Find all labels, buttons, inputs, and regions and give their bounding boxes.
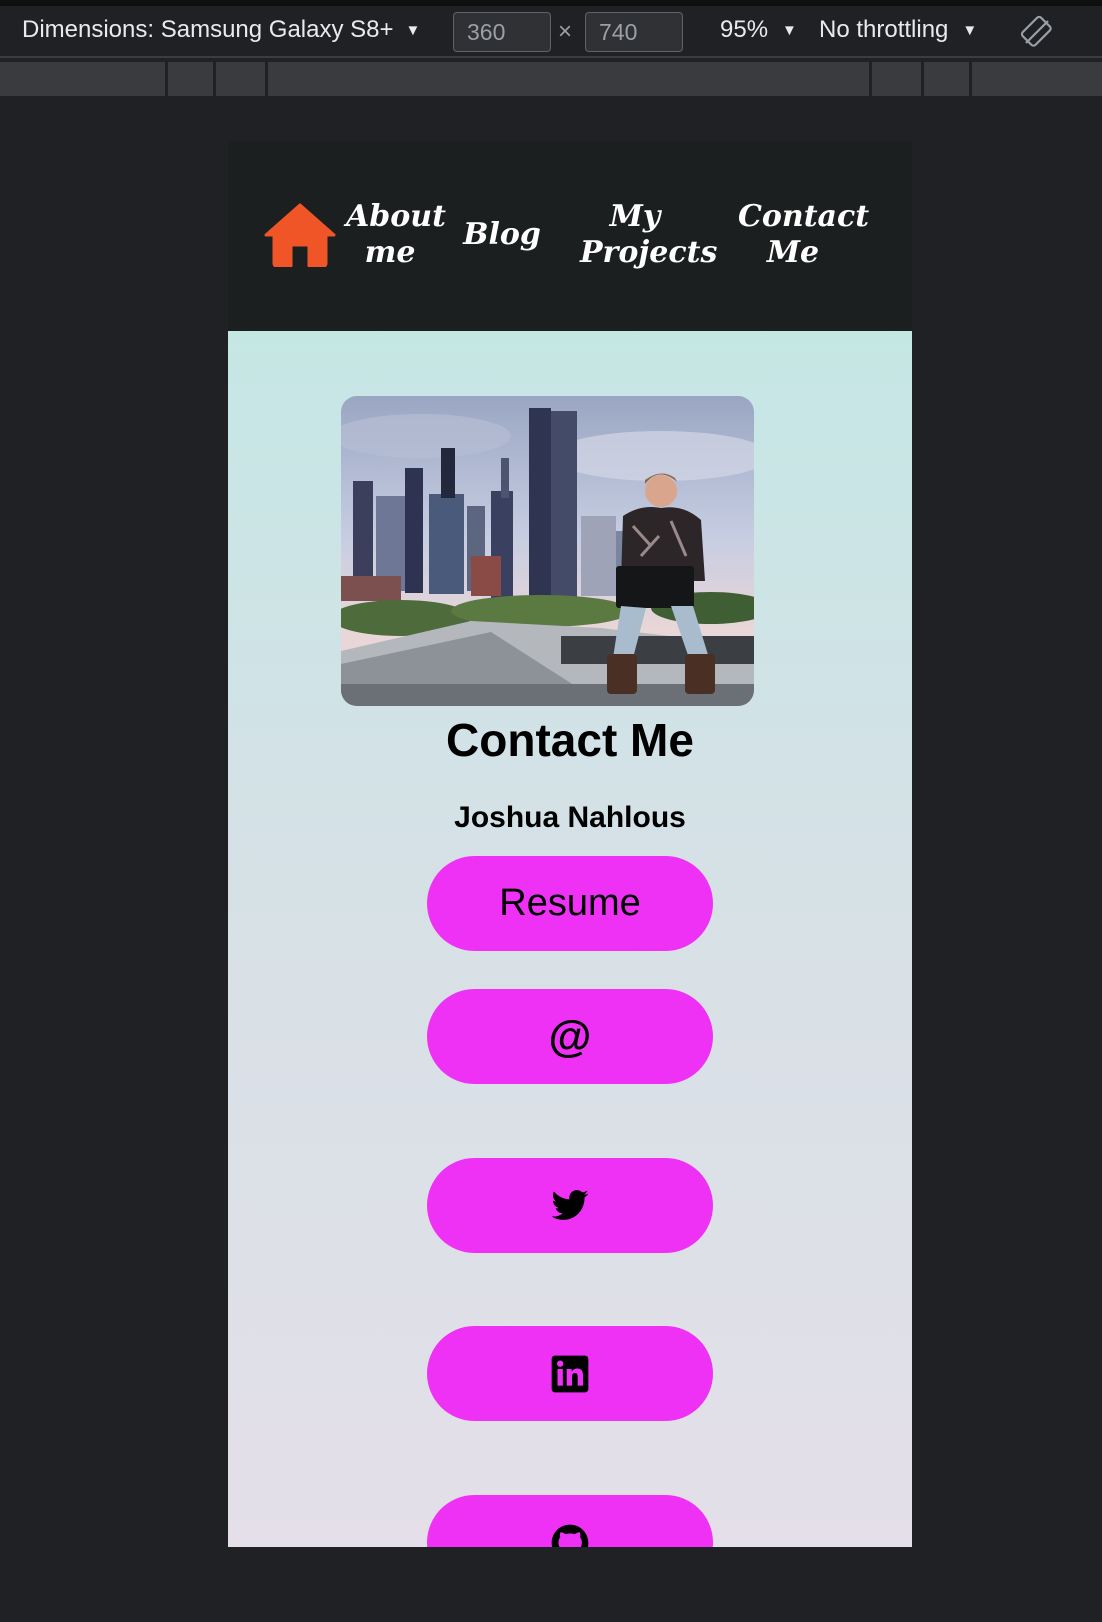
device-dimensions-label: Dimensions: Samsung Galaxy S8+ [22,16,394,43]
media-query-ruler [0,62,1102,96]
home-icon[interactable] [264,203,336,267]
twitter-button[interactable] [427,1158,713,1253]
nav-link-blog[interactable]: Blog [462,217,542,253]
linkedin-icon [551,1355,589,1392]
throttling-value: No throttling [819,16,949,43]
zoom-value: 95% [720,16,769,43]
viewport-height-input[interactable]: 740 [585,12,683,52]
linkedin-button[interactable] [427,1326,713,1421]
device-dimensions-dropdown[interactable]: Dimensions: Samsung Galaxy S8+ ▼ [22,16,420,44]
site-navbar: About me Blog My Projects Contact Me [228,141,912,331]
rotate-icon[interactable] [1020,15,1054,49]
dimension-separator: × [558,18,573,45]
throttling-dropdown[interactable]: No throttling ▼ [819,16,977,44]
github-button[interactable] [427,1495,713,1547]
devtools-device-toolbar: Dimensions: Samsung Galaxy S8+ ▼ 360 × 7… [0,0,1102,58]
chevron-down-icon: ▼ [405,21,421,39]
resume-button[interactable]: Resume [427,856,713,951]
owner-name: Joshua Nahlous [454,801,686,834]
github-icon [551,1524,589,1547]
nav-link-contact[interactable]: Contact Me [738,199,869,271]
nav-link-projects[interactable]: My Projects [580,199,717,271]
page-title: Contact Me [446,714,694,766]
chevron-down-icon: ▼ [782,21,797,39]
viewport-width-input[interactable]: 360 [453,12,551,52]
nav-link-about[interactable]: About me [346,199,446,271]
device-viewport: About me Blog My Projects Contact Me Con… [228,141,912,1547]
chevron-down-icon: ▼ [962,21,978,39]
at-icon: @ [548,1011,592,1061]
profile-photo [341,396,754,706]
twitter-icon [551,1189,589,1220]
resume-button-label: Resume [499,882,641,924]
zoom-dropdown[interactable]: 95% ▼ [720,16,797,44]
email-button[interactable]: @ [427,989,713,1084]
